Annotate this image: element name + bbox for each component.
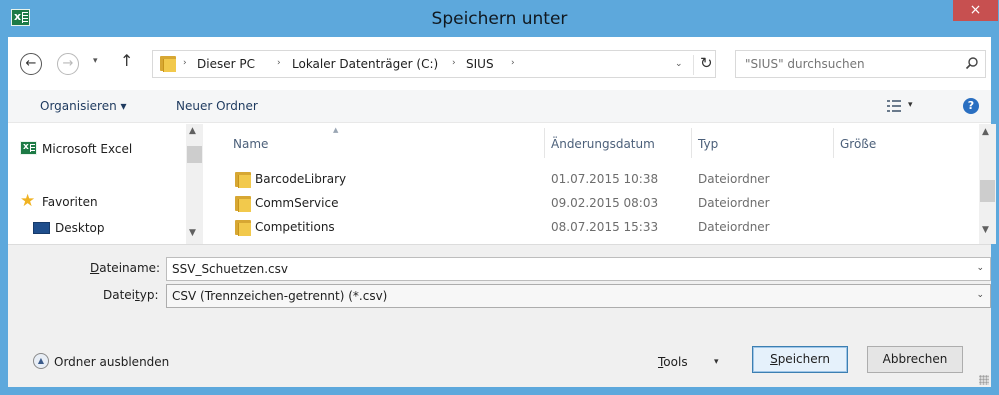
file-type: Dateiordner xyxy=(698,172,770,186)
back-button[interactable]: ← xyxy=(20,53,42,75)
organize-button[interactable]: Organisieren ▾ xyxy=(40,99,127,113)
breadcrumb-local-disk[interactable]: Lokaler Datenträger (C:) xyxy=(292,57,438,71)
breadcrumb-separator-icon[interactable]: › xyxy=(452,58,456,68)
view-dropdown-icon[interactable]: ▾ xyxy=(908,100,913,110)
save-options-area: Dateiname: SSV_Schuetzen.csv ⌄ Dateityp:… xyxy=(8,244,991,387)
scrollbar-thumb[interactable] xyxy=(187,146,202,163)
search-box[interactable] xyxy=(735,50,986,78)
filetype-label-text-end: yp: xyxy=(139,288,159,302)
breadcrumb-sius[interactable]: SIUS xyxy=(466,57,494,71)
file-date: 01.07.2015 10:38 xyxy=(551,172,659,186)
dialog-client-area: ← → ▾ ↑ › Dieser PC › Lokaler Datenträge… xyxy=(8,37,996,387)
column-header-name[interactable]: Name xyxy=(233,137,268,151)
nav-item-label: Favoriten xyxy=(42,195,98,209)
nav-item-label: Microsoft Excel xyxy=(42,142,133,156)
excel-icon: x xyxy=(20,141,37,155)
tools-dropdown-icon[interactable]: ▾ xyxy=(714,357,719,367)
filename-value[interactable]: SSV_Schuetzen.csv xyxy=(172,262,288,276)
chevron-down-icon[interactable]: ⌄ xyxy=(976,290,984,300)
nav-item-label: Desktop xyxy=(55,221,105,235)
tools-label: ools xyxy=(663,355,688,369)
filename-label: Dateiname: xyxy=(90,261,160,275)
scrollbar-thumb[interactable] xyxy=(980,180,995,202)
column-header-type[interactable]: Typ xyxy=(698,137,718,151)
folder-icon xyxy=(235,220,253,236)
file-name: Competitions xyxy=(255,220,335,234)
table-row[interactable]: Competitions 08.07.2015 15:33 Dateiordne… xyxy=(203,216,979,240)
filetype-label: Dateityp: xyxy=(103,288,159,302)
filetype-value[interactable]: CSV (Trennzeichen-getrennt) (*.csv) xyxy=(172,289,387,303)
filename-label-accesskey: D xyxy=(90,261,100,275)
scroll-down-icon[interactable]: ▼ xyxy=(982,225,989,235)
star-icon: ★ xyxy=(20,191,36,211)
new-folder-button[interactable]: Neuer Ordner xyxy=(176,99,258,113)
recent-locations-button[interactable]: ▾ xyxy=(93,56,98,66)
folder-icon xyxy=(235,172,253,188)
folder-icon xyxy=(160,56,178,72)
chevron-down-icon[interactable]: ⌄ xyxy=(976,263,984,273)
search-input[interactable] xyxy=(736,51,956,77)
file-date: 08.07.2015 15:33 xyxy=(551,220,659,234)
breadcrumb-separator-icon[interactable]: › xyxy=(277,58,281,68)
view-options-icon[interactable] xyxy=(887,100,901,112)
title-bar: x Speichern unter × xyxy=(0,0,999,37)
column-header-date[interactable]: Änderungsdatum xyxy=(551,137,655,151)
help-icon[interactable]: ? xyxy=(963,98,979,114)
navigation-pane: x Microsoft Excel ★ Favoriten Desktop xyxy=(8,124,186,244)
table-row[interactable]: CommService 09.02.2015 08:03 Dateiordner xyxy=(203,192,979,216)
up-button[interactable]: ↑ xyxy=(120,51,133,70)
table-row[interactable]: BarcodeLibrary 01.07.2015 10:38 Dateiord… xyxy=(203,168,979,192)
file-list-scrollbar[interactable]: ▲ ▼ xyxy=(979,124,996,244)
folder-icon xyxy=(235,196,253,212)
scroll-up-icon[interactable]: ▲ xyxy=(189,126,196,136)
filetype-label-text: Datei xyxy=(103,288,136,302)
desktop-icon xyxy=(33,222,50,234)
save-as-dialog: x Speichern unter × ← → ▾ ↑ › Dieser PC … xyxy=(0,0,999,395)
column-divider[interactable] xyxy=(833,128,834,158)
file-list: ▲ Name Änderungsdatum Typ Größe BarcodeL… xyxy=(203,124,979,244)
address-row: ← → ▾ ↑ › Dieser PC › Lokaler Datenträge… xyxy=(8,37,991,90)
file-name: BarcodeLibrary xyxy=(255,172,347,186)
filename-label-text: ateiname: xyxy=(99,261,161,275)
file-name: CommService xyxy=(255,196,339,210)
address-divider xyxy=(693,55,694,75)
navigation-scrollbar[interactable]: ▲ ▼ xyxy=(186,124,203,244)
save-button[interactable]: Speichern xyxy=(752,346,848,373)
column-divider[interactable] xyxy=(691,128,692,158)
breadcrumb-separator-icon[interactable]: › xyxy=(183,58,187,68)
breadcrumb-separator-icon[interactable]: › xyxy=(511,58,515,68)
refresh-icon[interactable]: ↻ xyxy=(700,54,713,72)
forward-button[interactable]: → xyxy=(57,53,79,75)
filename-field[interactable]: SSV_Schuetzen.csv ⌄ xyxy=(166,257,991,281)
scroll-down-icon[interactable]: ▼ xyxy=(189,228,196,238)
file-type: Dateiordner xyxy=(698,220,770,234)
column-header-size[interactable]: Größe xyxy=(840,137,876,151)
file-date: 09.02.2015 08:03 xyxy=(551,196,659,210)
window-title: Speichern unter xyxy=(431,9,568,29)
resize-grip[interactable] xyxy=(979,375,989,385)
column-divider[interactable] xyxy=(544,128,545,158)
command-toolbar: Organisieren ▾ Neuer Ordner ▾ ? xyxy=(8,90,991,123)
close-button[interactable]: × xyxy=(953,0,998,21)
filetype-select[interactable]: CSV (Trennzeichen-getrennt) (*.csv) ⌄ xyxy=(166,284,991,308)
sort-ascending-icon: ▲ xyxy=(333,126,339,134)
breadcrumb-this-pc[interactable]: Dieser PC xyxy=(197,57,255,71)
address-dropdown-icon[interactable]: ⌄ xyxy=(675,59,683,69)
address-bar[interactable]: › Dieser PC › Lokaler Datenträger (C:) ›… xyxy=(152,50,716,78)
collapse-up-icon: ▲ xyxy=(33,353,49,369)
scroll-up-icon[interactable]: ▲ xyxy=(982,127,989,137)
search-icon[interactable] xyxy=(965,56,979,70)
save-label: peichern xyxy=(777,352,830,366)
hide-folders-label: Ordner ausblenden xyxy=(54,355,170,369)
tools-button[interactable]: Tools xyxy=(658,355,688,369)
file-type: Dateiordner xyxy=(698,196,770,210)
cancel-button[interactable]: Abbrechen xyxy=(867,346,963,373)
save-accesskey: S xyxy=(770,352,778,366)
